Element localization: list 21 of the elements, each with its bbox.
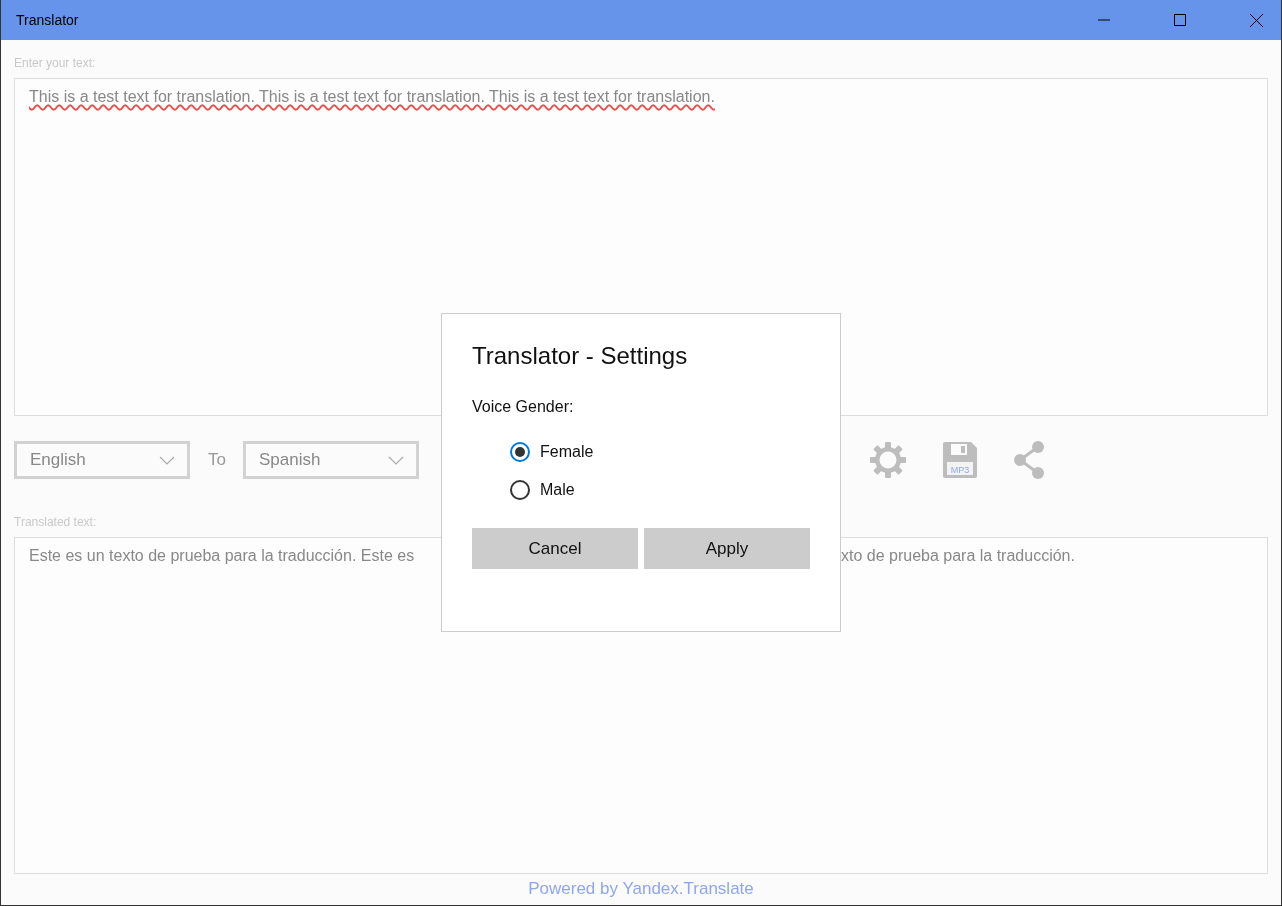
dialog-title: Translator - Settings (472, 342, 689, 370)
voice-gender-label: Voice Gender: (472, 398, 575, 416)
window-title: Translator (16, 12, 80, 28)
cancel-button[interactable]: Cancel (472, 528, 638, 569)
target-language-dropdown[interactable]: Spanish (242, 441, 419, 479)
translated-text: xto de prueba para la traducción. (841, 546, 1076, 566)
maximize-icon (1174, 14, 1186, 26)
translated-text: Este es un texto de prueba para la traducción. Este es (29, 546, 416, 566)
share-button[interactable] (1012, 441, 1045, 479)
save-mp3-button[interactable]: MP3 (942, 442, 977, 478)
source-language-dropdown[interactable]: English (14, 441, 190, 479)
close-icon (1249, 13, 1263, 27)
settings-button[interactable] (868, 441, 907, 479)
powered-by-link[interactable]: Powered by Yandex.Translate (528, 879, 754, 899)
chevron-down-icon (387, 455, 404, 465)
chevron-down-icon (159, 455, 175, 465)
to-label: To (208, 450, 226, 470)
apply-button[interactable]: Apply (644, 528, 810, 569)
voice-gender-radio[interactable]: Female (510, 442, 810, 462)
minimize-icon (1098, 19, 1110, 21)
voice-gender-radio[interactable]: Male (510, 480, 810, 500)
